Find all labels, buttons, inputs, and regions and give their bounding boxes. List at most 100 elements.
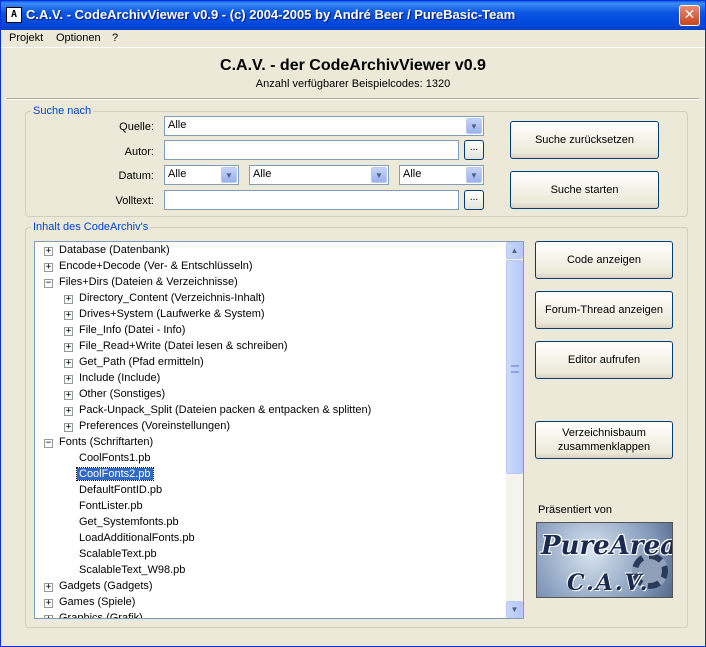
expand-icon[interactable]: + (44, 247, 53, 256)
tree-item[interactable]: CoolFonts1.pb (35, 451, 505, 467)
datum-label: Datum: (118, 170, 154, 182)
quelle-select[interactable]: Alle ▼ (164, 116, 484, 136)
expand-icon[interactable]: + (64, 327, 73, 336)
tree-item-label: Files+Dirs (Dateien & Verzeichnisse) (59, 276, 238, 288)
tree-item[interactable]: + Games (Spiele) (35, 595, 505, 611)
tree-item-label: FontLister.pb (79, 500, 143, 512)
tree-item-label: File_Read+Write (Datei lesen & schreiben… (79, 340, 288, 352)
tree-item[interactable]: − Files+Dirs (Dateien & Verzeichnisse) (35, 275, 505, 291)
expand-icon[interactable]: + (64, 375, 73, 384)
datum-day-select[interactable]: Alle ▼ (164, 165, 239, 185)
tree-item[interactable]: DefaultFontID.pb (35, 483, 505, 499)
tree-item-label: Get_Path (Pfad ermitteln) (79, 356, 204, 368)
autor-input[interactable] (164, 140, 459, 160)
open-editor-button[interactable]: Editor aufrufen (535, 341, 673, 379)
tree-item[interactable]: − Fonts (Schriftarten) (35, 435, 505, 451)
tree-item-label: Encode+Decode (Ver- & Entschlüsseln) (59, 260, 253, 272)
expand-icon[interactable]: + (44, 599, 53, 608)
tree-item[interactable]: + Get_Path (Pfad ermitteln) (35, 355, 505, 371)
tree-scrollbar[interactable]: ▲ ▼ (506, 242, 523, 618)
tree-item[interactable]: + Gadgets (Gadgets) (35, 579, 505, 595)
scroll-up-button[interactable]: ▲ (506, 242, 523, 259)
tree-item[interactable]: + Preferences (Voreinstellungen) (35, 419, 505, 435)
tree-item[interactable]: ScalableText_W98.pb (35, 563, 505, 579)
tree-item[interactable]: + Drives+System (Laufwerke & System) (35, 307, 505, 323)
logo-subtext: C.A.V. (567, 570, 650, 596)
grip-icon (511, 365, 519, 373)
expand-icon[interactable]: + (64, 407, 73, 416)
datum-month-select[interactable]: Alle ▼ (249, 165, 389, 185)
expand-icon[interactable]: + (64, 423, 73, 432)
tree-item[interactable]: ScalableText.pb (35, 547, 505, 563)
volltext-browse-button[interactable]: ... (464, 190, 484, 210)
scroll-down-button[interactable]: ▼ (506, 601, 523, 618)
start-search-button[interactable]: Suche starten (510, 171, 659, 209)
datum-month-value: Alle (253, 168, 272, 180)
menu-bar: Projekt Optionen ? (1, 30, 705, 48)
scroll-thumb[interactable] (506, 260, 523, 474)
expand-icon[interactable]: + (64, 311, 73, 320)
chevron-down-icon[interactable]: ▼ (466, 118, 482, 134)
archive-tree[interactable]: + Database (Datenbank) + Encode+Decode (Ver… (34, 241, 524, 619)
main-window: A C.A.V. - CodeArchivViewer v0.9 - (c) 2… (0, 0, 706, 647)
tree-item-label: LoadAdditionalFonts.pb (79, 532, 195, 544)
volltext-label: Volltext: (115, 195, 154, 207)
tree-item[interactable]: + Database (Datenbank) (35, 243, 505, 259)
show-code-button[interactable]: Code anzeigen (535, 241, 673, 279)
tree-item-label: Include (Include) (79, 372, 161, 384)
window-title: C.A.V. - CodeArchivViewer v0.9 - (c) 200… (26, 7, 516, 22)
collapse-tree-button[interactable]: Verzeichnisbaum zusammenklappen (535, 421, 673, 459)
purearea-logo[interactable]: PureArea.net C.A.V. (536, 522, 673, 598)
tree-item[interactable]: + File_Read+Write (Datei lesen & schreibe… (35, 339, 505, 355)
search-group-label: Suche nach (31, 105, 94, 117)
tree-item-label: Graphics (Grafik) (59, 612, 143, 619)
tree-item-label: File_Info (Datei - Info) (79, 324, 186, 336)
title-bar[interactable]: A C.A.V. - CodeArchivViewer v0.9 - (c) 2… (1, 1, 705, 30)
tree-item[interactable]: FontLister.pb (35, 499, 505, 515)
tree-item[interactable]: + Encode+Decode (Ver- & Entschlüsseln) (35, 259, 505, 275)
chevron-down-icon[interactable]: ▼ (221, 167, 237, 183)
expand-icon[interactable]: + (64, 343, 73, 352)
chevron-down-icon[interactable]: ▼ (466, 167, 482, 183)
show-forum-thread-button[interactable]: Forum-Thread anzeigen (535, 291, 673, 329)
app-icon[interactable]: A (6, 7, 22, 23)
expand-icon[interactable]: + (44, 615, 53, 618)
tree-item-label: Pack-Unpack_Split (Dateien packen & entp… (79, 404, 372, 416)
chevron-down-icon[interactable]: ▼ (371, 167, 387, 183)
tree-item[interactable]: Get_Systemfonts.pb (35, 515, 505, 531)
tree-item[interactable]: + Directory_Content (Verzeichnis-Inhalt) (35, 291, 505, 307)
close-button[interactable]: ✕ (679, 5, 700, 26)
volltext-input[interactable] (164, 190, 459, 210)
tree-item[interactable]: + Pack-Unpack_Split (Dateien packen & ent… (35, 403, 505, 419)
collapse-icon[interactable]: − (44, 279, 53, 288)
autor-browse-button[interactable]: ... (464, 140, 484, 160)
menu-help[interactable]: ? (112, 32, 118, 44)
expand-icon[interactable]: + (64, 295, 73, 304)
tree-item-label: ScalableText_W98.pb (79, 564, 186, 576)
tree-item-label: Preferences (Voreinstellungen) (79, 420, 231, 432)
page-title: C.A.V. - der CodeArchivViewer v0.9 (220, 57, 486, 74)
tree-item-label: Fonts (Schriftarten) (59, 436, 154, 448)
tree-item[interactable]: CoolFonts2.pb (35, 467, 505, 483)
menu-projekt[interactable]: Projekt (9, 32, 43, 44)
collapse-icon[interactable]: − (44, 439, 53, 448)
tree-item-label: CoolFonts1.pb (79, 452, 151, 464)
tree-item-label: Directory_Content (Verzeichnis-Inhalt) (79, 292, 265, 304)
datum-year-select[interactable]: Alle ▼ (399, 165, 484, 185)
tree-item[interactable]: + File_Info (Datei - Info) (35, 323, 505, 339)
expand-icon[interactable]: + (44, 583, 53, 592)
expand-icon[interactable]: + (44, 263, 53, 272)
tree-item[interactable]: + Graphics (Grafik) (35, 611, 505, 619)
tree-item-label: CoolFonts2.pb (76, 467, 154, 481)
tree-item[interactable]: + Include (Include) (35, 371, 505, 387)
menu-optionen[interactable]: Optionen (56, 32, 101, 44)
autor-label: Autor: (124, 146, 154, 158)
tree-item-label: ScalableText.pb (79, 548, 157, 560)
tree-item[interactable]: LoadAdditionalFonts.pb (35, 531, 505, 547)
quelle-label: Quelle: (119, 121, 154, 133)
tree-item-label: Get_Systemfonts.pb (79, 516, 179, 528)
expand-icon[interactable]: + (64, 391, 73, 400)
expand-icon[interactable]: + (64, 359, 73, 368)
tree-item[interactable]: + Other (Sonstiges) (35, 387, 505, 403)
reset-search-button[interactable]: Suche zurücksetzen (510, 121, 659, 159)
